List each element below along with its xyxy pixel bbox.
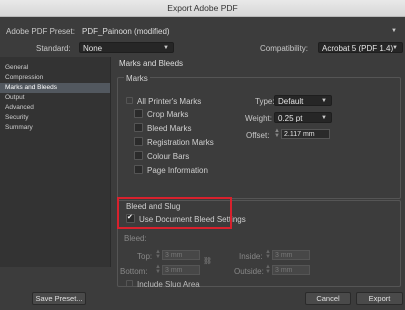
offset-label: Offset: [246,131,270,140]
preset-value: PDF_Painoon (modified) [82,27,170,36]
registration-marks-checkbox[interactable]: Registration Marks [134,137,214,147]
stepper-arrows-icon[interactable]: ▲ ▼ [274,128,280,139]
bleed-marks-checkbox[interactable]: Bleed Marks [134,123,192,133]
compatibility-value: Acrobat 5 (PDF 1.4) [322,44,394,53]
colour-bars-checkbox[interactable]: Colour Bars [134,151,190,161]
export-button[interactable]: Export [356,292,403,305]
standard-label: Standard: [36,44,71,53]
offset-input[interactable]: 2.117 mm [281,129,330,139]
sidebar-item-summary[interactable]: Summary [0,123,110,133]
bleed-label: Bleed: [124,234,147,243]
chevron-down-icon: ▼ [163,45,169,51]
checkbox-icon [134,165,143,175]
sidebar: General Compression Marks and Bleeds Out… [0,57,111,267]
pane-title: Marks and Bleeds [119,59,184,68]
compatibility-label: Compatibility: [260,44,309,53]
chevron-down-icon: ▼ [321,98,327,104]
checkbox-icon [134,109,143,119]
outside-label: Outside: [234,267,264,276]
chevron-down-icon: ▼ [321,115,327,121]
link-chain-icon[interactable]: ⛓ [203,257,212,265]
type-select[interactable]: Default ▼ [274,95,332,106]
inside-label: Inside: [239,252,263,261]
preset-label: Adobe PDF Preset: [6,27,75,36]
weight-value: 0.25 pt [278,114,303,123]
stepper-arrows-icon[interactable]: ▲ ▼ [155,249,161,260]
checkbox-icon [134,123,143,133]
stepper-arrows-icon[interactable]: ▲ ▼ [265,249,271,260]
checkbox-icon [134,151,143,161]
checkbox-icon [126,97,133,105]
type-value: Default [278,97,304,106]
sidebar-item-output[interactable]: Output [0,93,110,103]
sidebar-item-general[interactable]: General [0,63,110,73]
stepper-arrows-icon[interactable]: ▲ ▼ [265,264,271,275]
standard-value: None [83,44,103,53]
all-printers-marks-label: All Printer's Marks [137,97,202,106]
weight-label: Weight: [245,114,272,123]
export-pdf-dialog: Adobe PDF Preset: PDF_Painoon (modified)… [0,17,405,293]
crop-marks-checkbox[interactable]: Crop Marks [134,109,189,119]
compatibility-select[interactable]: Acrobat 5 (PDF 1.4) ▼ [318,42,403,53]
standard-select[interactable]: None ▼ [79,42,174,53]
page-information-checkbox[interactable]: Page Information [134,165,208,175]
bottom-input[interactable]: 3 mm [162,265,200,275]
type-label: Type: [255,97,275,106]
top-input[interactable]: 3 mm [162,250,200,260]
save-preset-button[interactable]: Save Preset... [32,292,86,305]
sidebar-item-marks-and-bleeds[interactable]: Marks and Bleeds [0,83,110,93]
window-title: Export Adobe PDF [167,3,238,13]
chevron-down-icon: ▼ [391,28,397,34]
chevron-down-icon: ▼ [392,45,398,51]
preset-select[interactable]: PDF_Painoon (modified) ▼ [79,26,401,37]
bottom-label: Bottom: [120,267,148,276]
sidebar-item-security[interactable]: Security [0,113,110,123]
colour-bars-label: Colour Bars [147,152,190,161]
top-label: Top: [137,252,153,261]
highlight-box [117,197,232,229]
marks-legend: Marks [124,74,150,83]
cancel-button[interactable]: Cancel [305,292,351,305]
bleed-marks-label: Bleed Marks [147,124,192,133]
footer-bar: Save Preset... Cancel Export [0,287,405,310]
window-titlebar: Export Adobe PDF [0,0,405,17]
all-printers-marks-checkbox[interactable]: All Printer's Marks [126,97,201,106]
registration-marks-label: Registration Marks [147,138,214,147]
weight-select[interactable]: 0.25 pt ▼ [274,112,332,123]
sidebar-item-compression[interactable]: Compression [0,73,110,83]
checkbox-icon [134,137,143,147]
inside-input[interactable]: 3 mm [272,250,310,260]
crop-marks-label: Crop Marks [147,110,189,119]
stepper-arrows-icon[interactable]: ▲ ▼ [155,264,161,275]
page-information-label: Page Information [147,166,208,175]
outside-input[interactable]: 3 mm [272,265,310,275]
sidebar-item-advanced[interactable]: Advanced [0,103,110,113]
